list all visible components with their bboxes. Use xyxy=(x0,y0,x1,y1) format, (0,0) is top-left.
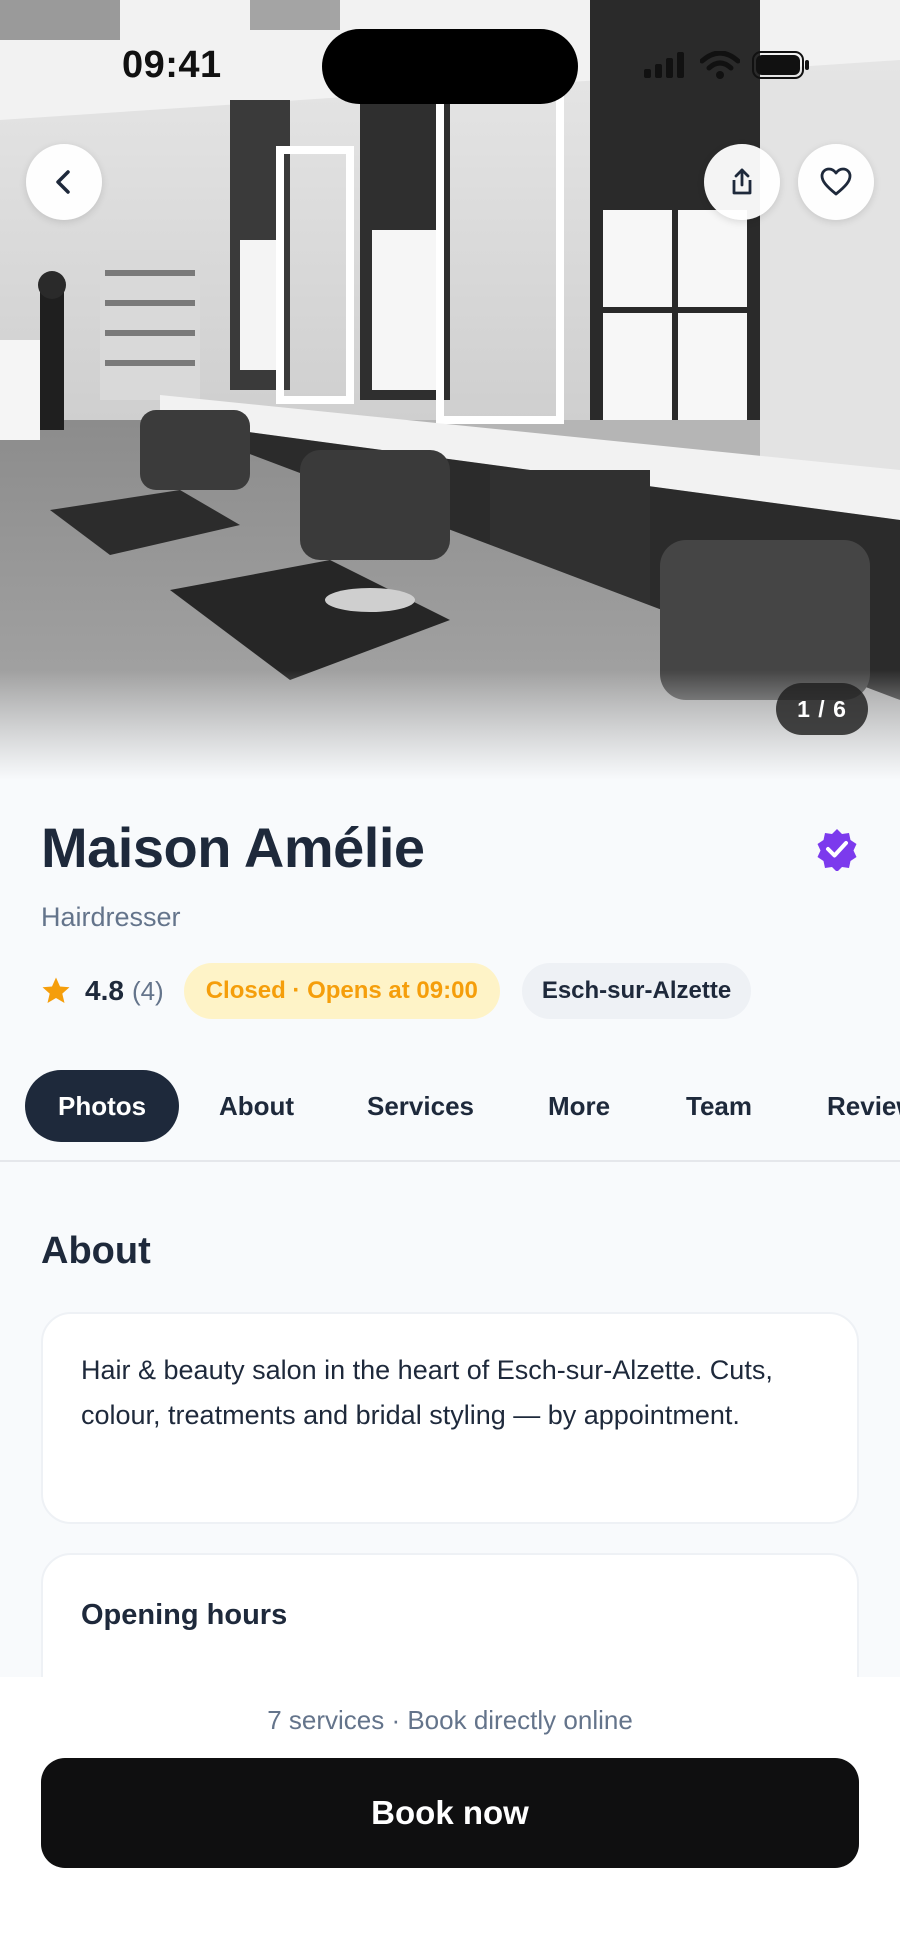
hero-photo-gallery[interactable]: 09:41 1 / 6 xyxy=(0,0,900,780)
salon-meta-row: 4.8 (4) Closed · Opens at 09:00 Esch-sur… xyxy=(41,963,752,1019)
booking-info: 7 services · Book directly online xyxy=(267,1705,633,1735)
about-card: Hair & beauty salon in the heart of Esch… xyxy=(41,1312,859,1524)
wifi-icon xyxy=(700,51,740,79)
book-now-button[interactable]: Book now xyxy=(41,1758,859,1868)
city-badge[interactable]: Esch-sur-Alzette xyxy=(521,963,752,1019)
favorite-button[interactable] xyxy=(798,144,874,220)
about-section-title: About xyxy=(41,1230,151,1272)
star-icon xyxy=(42,977,70,1003)
opening-hours-title: Opening hours xyxy=(81,1599,288,1631)
tab-more[interactable]: More xyxy=(548,1070,610,1142)
hero-fade-overlay xyxy=(0,670,900,780)
chevron-left-icon xyxy=(56,170,70,194)
tabs-divider xyxy=(0,1160,900,1162)
verified-badge-icon xyxy=(817,829,857,871)
tab-photos[interactable]: Photos xyxy=(25,1070,180,1142)
share-button[interactable] xyxy=(704,144,780,220)
rating-value: 4.8 xyxy=(85,975,124,1006)
status-bar-time: 09:41 xyxy=(122,44,222,86)
tab-about[interactable]: About xyxy=(219,1070,294,1142)
photo-counter: 1 / 6 xyxy=(776,683,868,735)
battery-icon xyxy=(752,51,809,79)
about-description: Hair & beauty salon in the heart of Esch… xyxy=(81,1355,773,1430)
tab-team[interactable]: Team xyxy=(686,1070,752,1142)
heart-icon xyxy=(820,167,852,196)
salon-interior-photo xyxy=(0,0,900,780)
tab-services[interactable]: Services xyxy=(367,1070,474,1142)
status-bar-icons xyxy=(644,50,810,80)
salon-name: Maison Amélie xyxy=(41,816,425,879)
tab-reviews[interactable]: Reviews xyxy=(827,1070,900,1142)
back-button[interactable] xyxy=(26,144,102,220)
rating-count[interactable]: (4) xyxy=(132,976,164,1007)
share-icon xyxy=(732,168,752,195)
section-tabs: Photos About Services More Team Reviews xyxy=(0,1070,900,1142)
dynamic-island xyxy=(322,29,578,104)
opening-status-badge: Closed · Opens at 09:00 xyxy=(183,963,500,1019)
cellular-signal-icon xyxy=(644,52,684,78)
salon-category: Hairdresser xyxy=(41,902,181,932)
